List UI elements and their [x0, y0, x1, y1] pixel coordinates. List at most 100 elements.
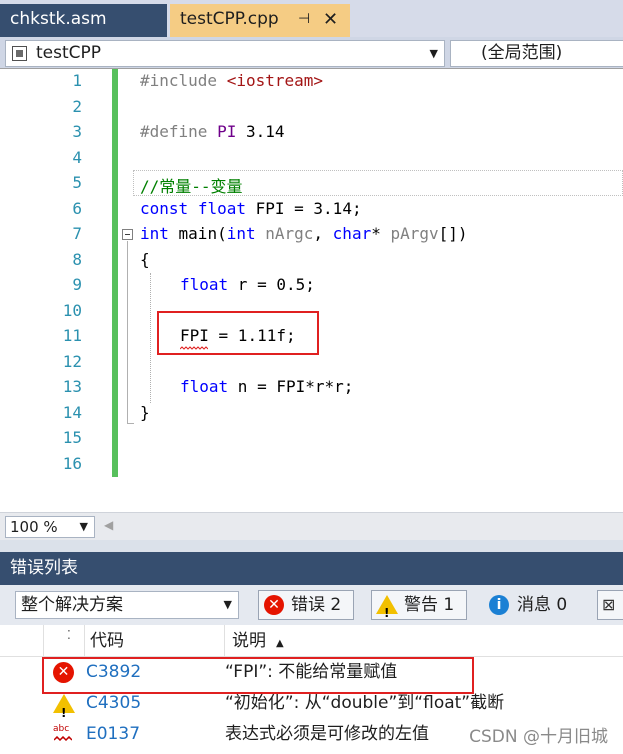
column-header-code-label: 代码 [90, 631, 124, 651]
column-header-description[interactable]: 说明 ▲ [232, 625, 432, 657]
filter-button[interactable]: ⊠ [597, 590, 623, 620]
tab-testcpp-cpp[interactable]: testCPP.cpp ⊣ ✕ [170, 4, 350, 37]
highlight-box [157, 311, 319, 355]
tab-label: testCPP.cpp [180, 9, 279, 29]
messages-filter-label: 消息 0 [517, 595, 568, 615]
line-number: 5 [72, 173, 82, 192]
line-number: 8 [72, 250, 82, 269]
project-dropdown[interactable]: testCPP ▼ [5, 40, 445, 67]
line-number: 7 [72, 224, 82, 243]
scroll-left-icon[interactable]: ◀ [104, 518, 113, 532]
code-line-9: float r = 0.5; [180, 275, 315, 294]
column-header-sort[interactable]: ⁚ [45, 625, 85, 657]
document-tab-bar: chkstk.asm testCPP.cpp ⊣ ✕ [0, 0, 623, 37]
keyword: float [180, 377, 229, 396]
code-line-14: } [140, 403, 150, 422]
code-comment: //常量--变量 [140, 177, 243, 196]
chevron-down-icon: ▼ [79, 520, 88, 533]
fold-guide-end [127, 423, 134, 424]
preprocessor-directive: #define [140, 122, 218, 141]
code-line-6: const float FPI = 3.14; [140, 199, 362, 218]
tab-label: chkstk.asm [10, 9, 107, 29]
line-number: 13 [62, 377, 82, 396]
fold-guide [127, 241, 128, 424]
line-number: 10 [62, 301, 82, 320]
code-line-13: float n = FPI*r*r; [180, 377, 353, 396]
warnings-filter-button[interactable]: ! 警告 1 [371, 590, 467, 620]
line-number: 1 [72, 71, 82, 90]
sort-ascending-icon: ▲ [276, 638, 284, 649]
keyword: float [180, 275, 229, 294]
code-line-8: { [140, 250, 150, 269]
error-list-toolbar: 整个解决方案 ▼ ✕ 错误 2 ! 警告 1 i 消息 0 ⊠ [0, 585, 623, 625]
code-editor[interactable]: 1 2 3 4 5 6 7 8 9 10 11 12 13 14 15 16 #… [0, 69, 623, 512]
code-line-7: int main(int nArgc, char* pArgv[]) [140, 224, 468, 243]
collapse-icon[interactable] [122, 229, 133, 240]
pin-icon[interactable]: ⊣ [298, 4, 310, 35]
warning-icon: ! [53, 694, 75, 720]
code-text: []) [438, 224, 468, 243]
line-number: 15 [62, 428, 82, 447]
column-header-blank [0, 625, 44, 657]
watermark: CSDN @十月旧城 [469, 727, 608, 747]
line-number: 14 [62, 403, 82, 422]
error-scope-label: 整个解决方案 [21, 595, 123, 615]
indent-guide [150, 273, 151, 403]
error-list-header: ⁚ 代码 说明 ▲ [0, 625, 623, 657]
zoom-bar: 100 % ▼ [0, 512, 623, 540]
warning-icon: ! [376, 595, 398, 620]
change-indicator-bar [112, 69, 118, 477]
tab-chkstk-asm[interactable]: chkstk.asm [0, 4, 167, 37]
code-text: * [371, 224, 391, 243]
code-line-3: #define PI 3.14 [140, 122, 285, 141]
macro-name: PI [217, 122, 237, 141]
line-number: 2 [72, 97, 82, 116]
error-list-title: 错误列表 [0, 552, 623, 585]
errors-filter-button[interactable]: ✕ 错误 2 [258, 590, 354, 620]
error-scope-dropdown[interactable]: 整个解决方案 ▼ [15, 591, 239, 619]
chevron-down-icon: ▼ [223, 598, 232, 611]
info-icon: i [489, 595, 509, 615]
zoom-dropdown[interactable]: 100 % ▼ [5, 516, 95, 538]
column-header-code[interactable]: 代码 [90, 625, 225, 657]
macro-value: 3.14 [236, 122, 285, 141]
sort-icon: ⁚ [67, 628, 71, 642]
line-number: 4 [72, 148, 82, 167]
code-text: , [313, 224, 333, 243]
code-line-1: #include <iostream> [140, 71, 323, 90]
include-header: <iostream> [226, 71, 324, 90]
keyword: char [332, 224, 372, 243]
preprocessor-directive: #include [140, 71, 227, 90]
messages-filter-button[interactable]: i 消息 0 [484, 590, 580, 620]
parameter: pArgv [390, 224, 439, 243]
warnings-filter-label: 警告 1 [404, 595, 455, 615]
zoom-level: 100 % [10, 518, 58, 536]
keyword: int [226, 224, 256, 243]
keyword: const [140, 199, 189, 218]
line-number: 9 [72, 275, 82, 294]
chevron-down-icon: ▼ [429, 47, 438, 60]
code-line-5: //常量--变量 [140, 173, 243, 197]
line-number-gutter: 1 2 3 4 5 6 7 8 9 10 11 12 13 14 15 16 [0, 69, 110, 512]
code-text: FPI = 3.14; [245, 199, 362, 218]
close-icon[interactable]: ✕ [323, 4, 338, 35]
line-number: 6 [72, 199, 82, 218]
line-number: 3 [72, 122, 82, 141]
code-text: main( [168, 224, 227, 243]
highlight-box [42, 657, 474, 694]
parameter: nArgc [255, 224, 314, 243]
column-header-description-label: 说明 [232, 631, 266, 651]
error-icon: ✕ [264, 595, 284, 615]
project-label: testCPP [36, 43, 102, 63]
keyword: int [140, 224, 169, 243]
code-text: n = FPI*r*r; [228, 377, 354, 396]
project-icon [12, 46, 27, 61]
errors-filter-label: 错误 2 [291, 595, 342, 615]
scope-dropdown[interactable]: (全局范围) [450, 40, 623, 67]
error-description: 表达式必须是可修改的左值 [225, 724, 429, 744]
keyword: float [197, 199, 246, 218]
filter-icon: ⊠ [602, 595, 616, 614]
navigation-bar: testCPP ▼ (全局范围) [0, 37, 623, 69]
error-code-link[interactable]: E0137 [86, 719, 140, 750]
line-number: 12 [62, 352, 82, 371]
